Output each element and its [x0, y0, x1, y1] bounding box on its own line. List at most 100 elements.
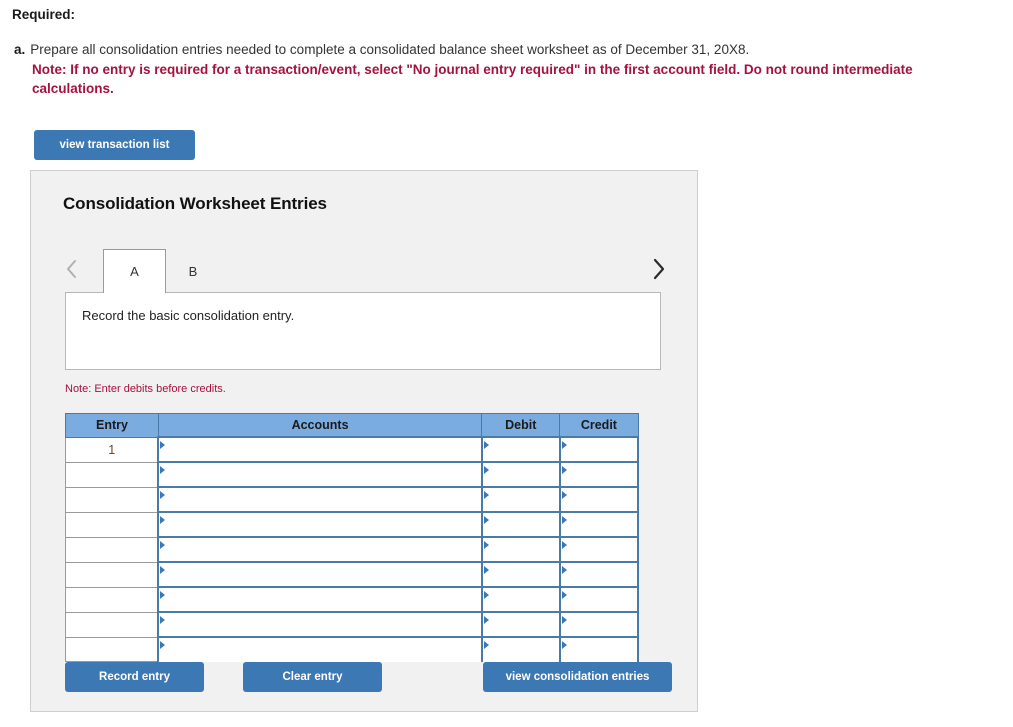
view-consolidation-entries-button[interactable]: view consolidation entries — [483, 662, 672, 692]
question-text: Prepare all consolidation entries needed… — [30, 42, 750, 57]
tab-a[interactable]: A — [103, 249, 166, 293]
debit-input-cell[interactable] — [480, 536, 561, 563]
table-row — [65, 461, 640, 488]
account-select-cell[interactable] — [157, 436, 483, 463]
dropdown-caret-icon — [483, 566, 489, 574]
table-row: 1 — [65, 436, 640, 463]
consolidation-worksheet-panel: Consolidation Worksheet Entries A B Reco… — [30, 170, 698, 712]
dropdown-caret-icon — [561, 616, 567, 624]
credit-input-cell[interactable] — [558, 611, 640, 638]
dropdown-caret-icon — [160, 491, 166, 499]
entry-number-cell — [65, 561, 159, 588]
table-row — [65, 486, 640, 513]
account-select-cell[interactable] — [157, 636, 483, 662]
journal-entry-table: Entry Accounts Debit Credit 1 — [65, 413, 640, 662]
debits-before-credits-note: Note: Enter debits before credits. — [65, 383, 226, 395]
dropdown-caret-icon — [483, 641, 489, 649]
dropdown-caret-icon — [160, 566, 166, 574]
account-select-cell[interactable] — [157, 586, 483, 613]
credit-input-cell[interactable] — [558, 586, 640, 613]
header-accounts: Accounts — [157, 413, 483, 438]
table-row — [65, 636, 640, 662]
dropdown-caret-icon — [483, 491, 489, 499]
header-entry: Entry — [65, 413, 159, 438]
required-heading: Required: — [12, 7, 76, 22]
table-row — [65, 511, 640, 538]
credit-input-cell[interactable] — [558, 561, 640, 588]
dropdown-caret-icon — [160, 641, 166, 649]
dropdown-caret-icon — [160, 591, 166, 599]
account-select-cell[interactable] — [157, 561, 483, 588]
dropdown-caret-icon — [561, 591, 567, 599]
dropdown-caret-icon — [561, 566, 567, 574]
question-letter: a. — [14, 42, 26, 57]
credit-input-cell[interactable] — [558, 636, 640, 662]
dropdown-caret-icon — [561, 491, 567, 499]
dropdown-caret-icon — [483, 466, 489, 474]
tab-b[interactable]: B — [166, 249, 220, 293]
entry-number-cell — [65, 636, 159, 662]
clear-entry-button[interactable]: Clear entry — [243, 662, 382, 692]
instruction-text: Record the basic consolidation entry. — [82, 308, 295, 323]
chevron-left-icon[interactable] — [59, 253, 85, 285]
table-row — [65, 536, 640, 563]
dropdown-caret-icon — [561, 516, 567, 524]
debit-input-cell[interactable] — [480, 486, 561, 513]
journal-entry-table-body: 1 — [65, 436, 640, 662]
header-debit: Debit — [481, 413, 561, 438]
chevron-right-icon[interactable] — [645, 253, 671, 285]
account-select-cell[interactable] — [157, 536, 483, 563]
table-row — [65, 611, 640, 638]
credit-input-cell[interactable] — [558, 511, 640, 538]
panel-title: Consolidation Worksheet Entries — [63, 194, 327, 213]
debit-input-cell[interactable] — [480, 586, 561, 613]
dropdown-caret-icon — [160, 616, 166, 624]
account-select-cell[interactable] — [157, 486, 483, 513]
tab-a-label: A — [130, 264, 139, 279]
debit-input-cell[interactable] — [480, 436, 561, 463]
credit-input-cell[interactable] — [558, 536, 640, 563]
view-transaction-list-button[interactable]: view transaction list — [34, 130, 195, 160]
dropdown-caret-icon — [483, 541, 489, 549]
dropdown-caret-icon — [561, 441, 567, 449]
entry-number-cell — [65, 611, 159, 638]
instruction-box: Record the basic consolidation entry. — [65, 292, 661, 370]
tab-b-label: B — [188, 263, 198, 279]
credit-input-cell[interactable] — [558, 461, 640, 488]
credit-input-cell[interactable] — [558, 436, 640, 463]
credit-input-cell[interactable] — [558, 486, 640, 513]
account-select-cell[interactable] — [157, 511, 483, 538]
table-row — [65, 561, 640, 588]
account-select-cell[interactable] — [157, 611, 483, 638]
tab-bar: A B — [59, 249, 671, 293]
account-select-cell[interactable] — [157, 461, 483, 488]
dropdown-caret-icon — [160, 441, 166, 449]
dropdown-caret-icon — [483, 441, 489, 449]
header-credit: Credit — [559, 413, 639, 438]
entry-number-cell — [65, 586, 159, 613]
dropdown-caret-icon — [483, 516, 489, 524]
entry-number-cell — [65, 511, 159, 538]
question-note: Note: If no entry is required for a tran… — [32, 62, 913, 96]
dropdown-caret-icon — [160, 516, 166, 524]
entry-number-cell — [65, 486, 159, 513]
dropdown-caret-icon — [483, 616, 489, 624]
debit-input-cell[interactable] — [480, 461, 561, 488]
dropdown-caret-icon — [561, 641, 567, 649]
debit-input-cell[interactable] — [480, 611, 561, 638]
dropdown-caret-icon — [160, 541, 166, 549]
dropdown-caret-icon — [483, 591, 489, 599]
record-entry-button[interactable]: Record entry — [65, 662, 204, 692]
debit-input-cell[interactable] — [480, 561, 561, 588]
dropdown-caret-icon — [561, 466, 567, 474]
question-block: a. Prepare all consolidation entries nee… — [14, 40, 974, 98]
page-root: Required: a. Prepare all consolidation e… — [0, 0, 1013, 727]
dropdown-caret-icon — [160, 466, 166, 474]
dropdown-caret-icon — [561, 541, 567, 549]
table-header-row: Entry Accounts Debit Credit — [65, 413, 639, 438]
debit-input-cell[interactable] — [480, 636, 561, 662]
table-row — [65, 586, 640, 613]
entry-number-cell — [65, 461, 159, 488]
debit-input-cell[interactable] — [480, 511, 561, 538]
entry-number-cell: 1 — [65, 436, 159, 463]
